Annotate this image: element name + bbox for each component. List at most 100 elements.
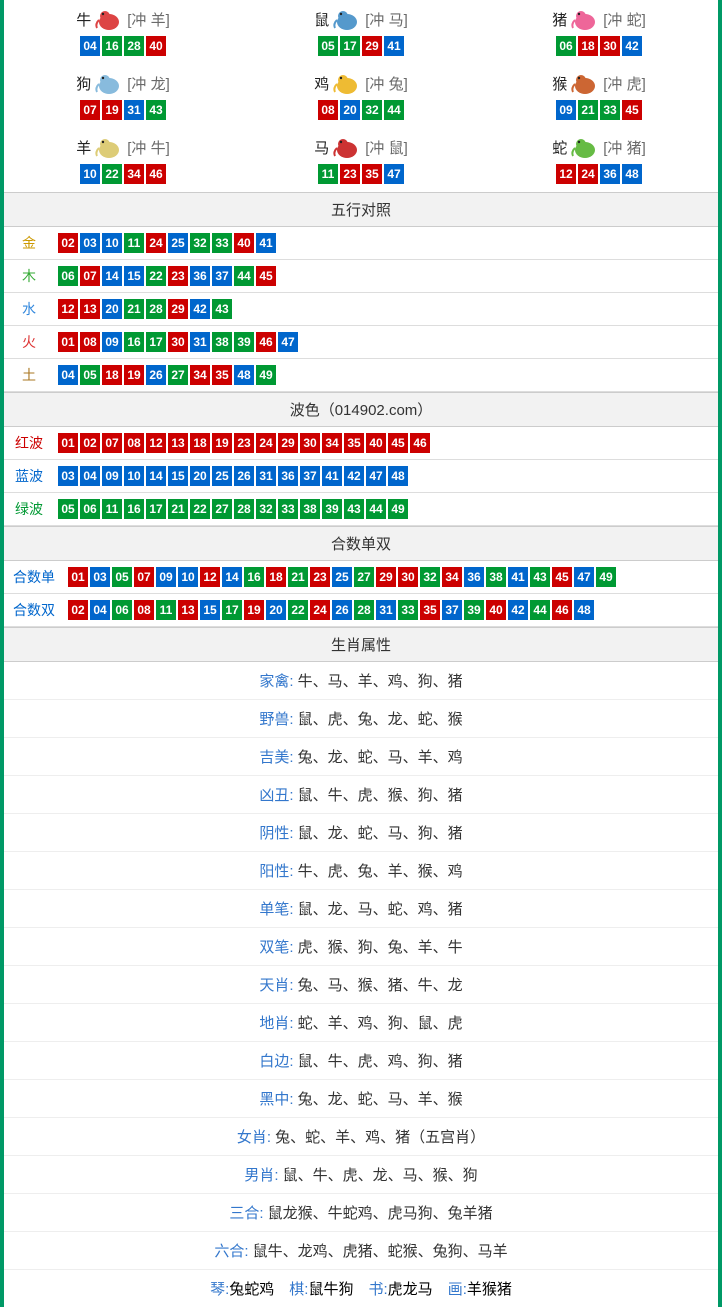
footer-row: 琴:兔蛇鸡 棋:鼠牛狗 书:虎龙马 画:羊猴猪 xyxy=(4,1270,718,1307)
number-ball: 40 xyxy=(146,36,166,56)
number-ball: 18 xyxy=(266,567,286,587)
number-ball: 30 xyxy=(600,36,620,56)
attr-value: 鼠、牛、虎、鸡、狗、猪 xyxy=(298,1053,463,1070)
number-ball: 12 xyxy=(146,433,166,453)
table-row: 绿波05061116172122272832333839434449 xyxy=(4,493,718,526)
number-ball: 07 xyxy=(134,567,154,587)
zodiac-cell: 马 [冲 鼠]11233547 xyxy=(242,128,480,192)
attr-value: 兔、马、猴、猪、牛、龙 xyxy=(298,977,463,994)
number-ball: 37 xyxy=(212,266,232,286)
zodiac-conflict: [冲 牛] xyxy=(127,137,170,158)
zodiac-balls: 06183042 xyxy=(480,36,718,56)
row-balls: 05061116172122272832333839434449 xyxy=(54,493,718,526)
attr-value: 虎、猴、狗、兔、羊、牛 xyxy=(298,939,463,956)
zodiac-name: 猴 xyxy=(552,73,567,94)
number-ball: 34 xyxy=(124,164,144,184)
number-ball: 11 xyxy=(124,233,144,253)
number-ball: 35 xyxy=(212,365,232,385)
number-ball: 08 xyxy=(318,100,338,120)
number-ball: 41 xyxy=(256,233,276,253)
zodiac-header: 鸡 [冲 兔] xyxy=(242,70,480,96)
row-label: 合数单 xyxy=(4,561,64,594)
number-ball: 43 xyxy=(344,499,364,519)
number-ball: 44 xyxy=(530,600,550,620)
number-ball: 05 xyxy=(318,36,338,56)
horse-icon xyxy=(331,134,363,160)
number-ball: 22 xyxy=(146,266,166,286)
attr-value: 鼠、虎、兔、龙、蛇、猴 xyxy=(298,711,463,728)
number-ball: 33 xyxy=(212,233,232,253)
number-ball: 17 xyxy=(146,332,166,352)
zodiac-name: 牛 xyxy=(76,9,91,30)
number-ball: 14 xyxy=(102,266,122,286)
number-ball: 26 xyxy=(146,365,166,385)
footer-value: 兔蛇鸡 xyxy=(229,1281,274,1298)
number-ball: 42 xyxy=(190,299,210,319)
row-balls: 06071415222336374445 xyxy=(54,260,718,293)
number-ball: 33 xyxy=(600,100,620,120)
number-ball: 36 xyxy=(190,266,210,286)
number-ball: 28 xyxy=(234,499,254,519)
attr-row: 阳性: 牛、虎、兔、羊、猴、鸡 xyxy=(4,852,718,890)
row-label: 绿波 xyxy=(4,493,54,526)
row-balls: 0204060811131517192022242628313335373940… xyxy=(64,594,718,627)
number-ball: 18 xyxy=(190,433,210,453)
attr-value: 鼠、龙、蛇、马、狗、猪 xyxy=(298,825,463,842)
section-header-attrs: 生肖属性 xyxy=(4,627,718,662)
row-balls: 03040910141520252631363741424748 xyxy=(54,460,718,493)
attr-label: 白边: xyxy=(259,1053,297,1070)
monkey-icon xyxy=(569,70,601,96)
zodiac-balls: 11233547 xyxy=(242,164,480,184)
zodiac-header: 蛇 [冲 猪] xyxy=(480,134,718,160)
number-ball: 23 xyxy=(310,567,330,587)
number-ball: 02 xyxy=(80,433,100,453)
attr-label: 地肖: xyxy=(259,1015,297,1032)
number-ball: 38 xyxy=(486,567,506,587)
number-ball: 47 xyxy=(384,164,404,184)
number-ball: 40 xyxy=(366,433,386,453)
zodiac-conflict: [冲 兔] xyxy=(365,73,408,94)
number-ball: 12 xyxy=(58,299,78,319)
attr-row: 单笔: 鼠、龙、马、蛇、鸡、猪 xyxy=(4,890,718,928)
number-ball: 24 xyxy=(310,600,330,620)
number-ball: 13 xyxy=(178,600,198,620)
number-ball: 30 xyxy=(168,332,188,352)
zodiac-balls: 07193143 xyxy=(4,100,242,120)
number-ball: 47 xyxy=(278,332,298,352)
zodiac-cell: 鼠 [冲 马]05172941 xyxy=(242,0,480,64)
number-ball: 04 xyxy=(58,365,78,385)
number-ball: 40 xyxy=(234,233,254,253)
number-ball: 01 xyxy=(58,433,78,453)
attr-label: 阳性: xyxy=(259,863,297,880)
number-ball: 20 xyxy=(102,299,122,319)
number-ball: 15 xyxy=(168,466,188,486)
zodiac-balls: 09213345 xyxy=(480,100,718,120)
number-ball: 44 xyxy=(366,499,386,519)
number-ball: 09 xyxy=(102,332,122,352)
zodiac-name: 鼠 xyxy=(314,9,329,30)
number-ball: 03 xyxy=(90,567,110,587)
number-ball: 06 xyxy=(112,600,132,620)
number-ball: 11 xyxy=(318,164,338,184)
number-ball: 04 xyxy=(90,600,110,620)
number-ball: 45 xyxy=(388,433,408,453)
zodiac-header: 鼠 [冲 马] xyxy=(242,6,480,32)
number-ball: 27 xyxy=(168,365,188,385)
heshu-table: 合数单0103050709101214161821232527293032343… xyxy=(4,561,718,627)
number-ball: 46 xyxy=(256,332,276,352)
number-ball: 11 xyxy=(156,600,176,620)
number-ball: 35 xyxy=(362,164,382,184)
ox-icon xyxy=(93,6,125,32)
attr-value: 兔、龙、蛇、马、羊、猴 xyxy=(298,1091,463,1108)
zodiac-name: 羊 xyxy=(76,137,91,158)
number-ball: 36 xyxy=(464,567,484,587)
number-ball: 07 xyxy=(80,100,100,120)
number-ball: 46 xyxy=(146,164,166,184)
number-ball: 32 xyxy=(420,567,440,587)
zodiac-cell: 牛 [冲 羊]04162840 xyxy=(4,0,242,64)
number-ball: 41 xyxy=(508,567,528,587)
number-ball: 22 xyxy=(288,600,308,620)
number-ball: 12 xyxy=(556,164,576,184)
attr-label: 家禽: xyxy=(259,673,297,690)
zodiac-header: 牛 [冲 羊] xyxy=(4,6,242,32)
